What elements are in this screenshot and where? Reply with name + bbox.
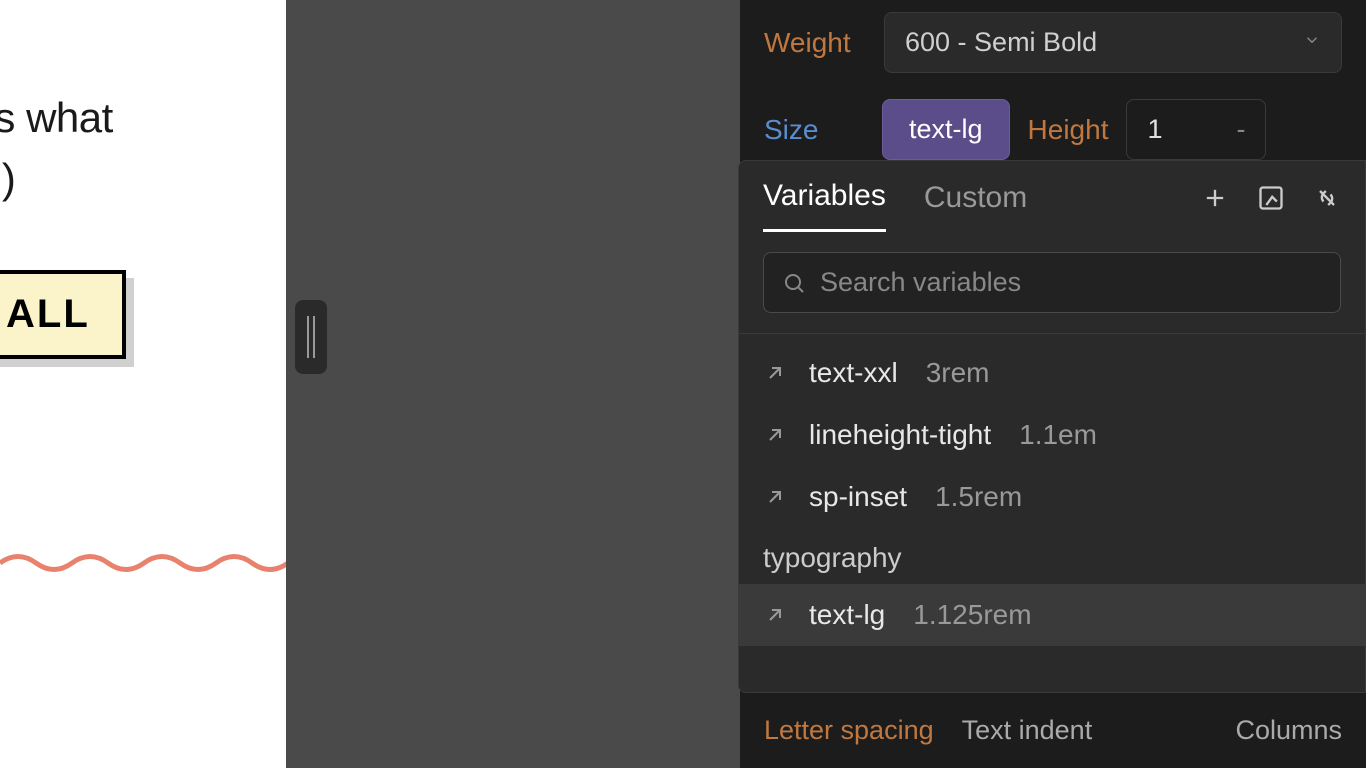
- columns-label[interactable]: Columns: [1235, 715, 1342, 746]
- variable-item-lineheight-tight[interactable]: lineheight-tight 1.1em: [739, 404, 1365, 466]
- variable-value: 1.5rem: [935, 481, 1022, 513]
- canvas-preview: hat's what asy.) ALL: [0, 0, 286, 768]
- size-value: text-lg: [909, 114, 983, 144]
- weight-label: Weight: [764, 27, 864, 59]
- pick-variable-button[interactable]: [1257, 184, 1285, 212]
- letter-spacing-label[interactable]: Letter spacing: [764, 715, 934, 746]
- search-icon: [782, 271, 806, 295]
- wavy-divider: [0, 548, 286, 578]
- height-label: Height: [1028, 114, 1109, 146]
- weight-value: 600 - Semi Bold: [905, 27, 1097, 58]
- picker-icon: [1257, 184, 1285, 212]
- tab-variables[interactable]: Variables: [763, 179, 886, 232]
- popover-tabs: Variables Custom: [739, 161, 1365, 232]
- chevron-down-icon: [1303, 31, 1321, 54]
- size-token-chip[interactable]: text-lg: [882, 99, 1010, 160]
- variable-group-typography: typography: [739, 528, 1365, 584]
- canvas-button-label: ALL: [6, 292, 90, 336]
- variables-list: text-xxl 3rem lineheight-tight 1.1em sp-…: [739, 334, 1365, 692]
- tab-custom-label: Custom: [924, 181, 1027, 214]
- tab-variables-label: Variables: [763, 179, 886, 212]
- canvas-text: hat's what asy.): [0, 88, 113, 210]
- variable-item-text-xxl[interactable]: text-xxl 3rem: [739, 342, 1365, 404]
- variables-popover: Variables Custom text-xxl 3rem: [738, 160, 1366, 693]
- size-label: Size: [764, 114, 864, 146]
- panel-resize-handle[interactable]: [295, 300, 327, 374]
- plus-icon: [1201, 184, 1229, 212]
- variable-value: 1.125rem: [913, 599, 1031, 631]
- variable-value: 3rem: [926, 357, 990, 389]
- tab-custom[interactable]: Custom: [924, 181, 1027, 231]
- variable-name: lineheight-tight: [809, 419, 991, 451]
- canvas-button[interactable]: ALL: [0, 270, 126, 359]
- search-section: [739, 232, 1365, 333]
- text-indent-label[interactable]: Text indent: [962, 715, 1093, 746]
- size-arrow-icon: [763, 485, 787, 509]
- search-variables-input[interactable]: [763, 252, 1341, 313]
- unlink-variable-button[interactable]: [1313, 184, 1341, 212]
- size-arrow-icon: [763, 423, 787, 447]
- height-input[interactable]: 1 -: [1126, 99, 1266, 160]
- weight-dropdown[interactable]: 600 - Semi Bold: [884, 12, 1342, 73]
- variable-name: sp-inset: [809, 481, 907, 513]
- variable-item-sp-inset[interactable]: sp-inset 1.5rem: [739, 466, 1365, 528]
- canvas-text-line-1: hat's what: [0, 88, 113, 149]
- variable-name: text-lg: [809, 599, 885, 631]
- add-variable-button[interactable]: [1201, 184, 1229, 212]
- variable-item-text-lg[interactable]: text-lg 1.125rem: [739, 584, 1365, 646]
- variable-name: text-xxl: [809, 357, 898, 389]
- weight-property-row: Weight 600 - Semi Bold: [740, 0, 1366, 93]
- height-unit: -: [1236, 114, 1245, 145]
- empty-canvas-area: [286, 0, 740, 768]
- bottom-property-row: Letter spacing Text indent Columns: [740, 693, 1366, 768]
- variable-value: 1.1em: [1019, 419, 1097, 451]
- size-arrow-icon: [763, 603, 787, 627]
- search-input-field[interactable]: [820, 267, 1322, 298]
- unlink-icon: [1313, 184, 1341, 212]
- height-value: 1: [1147, 114, 1162, 145]
- canvas-text-line-2: asy.): [0, 149, 113, 210]
- size-arrow-icon: [763, 361, 787, 385]
